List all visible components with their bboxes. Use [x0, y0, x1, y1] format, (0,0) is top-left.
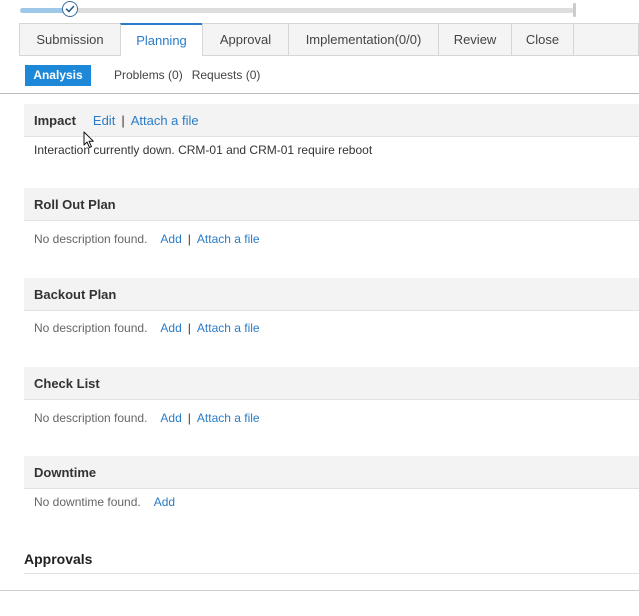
tab-approval[interactable]: Approval — [202, 23, 289, 55]
downtime-add-link[interactable]: Add — [154, 495, 175, 509]
tab-submission[interactable]: Submission — [19, 23, 121, 55]
rollout-empty-text: No description found. — [34, 232, 148, 246]
stage-tabs: Submission Planning Approval Implementat… — [19, 23, 639, 56]
checklist-attach-link[interactable]: Attach a file — [197, 411, 260, 425]
checklist-body: No description found. Add | Attach a fil… — [34, 411, 260, 425]
impact-edit-link[interactable]: Edit — [93, 113, 115, 128]
backout-add-link[interactable]: Add — [160, 321, 181, 335]
rollout-add-link[interactable]: Add — [160, 232, 181, 246]
rollout-section-header: Roll Out Plan — [24, 188, 639, 221]
planning-subtabs: Analysis Problems (0) Requests (0) — [25, 64, 261, 86]
rollout-title: Roll Out Plan — [34, 196, 116, 212]
tab-close[interactable]: Close — [511, 23, 574, 55]
checklist-add-link[interactable]: Add — [160, 411, 181, 425]
backout-empty-text: No description found. — [34, 321, 148, 335]
stage-progress-bar — [20, 1, 576, 17]
downtime-body: No downtime found. Add — [34, 495, 175, 509]
tab-review[interactable]: Review — [438, 23, 512, 55]
impact-title: Impact — [34, 112, 76, 128]
checklist-section-header: Check List — [24, 367, 639, 400]
downtime-empty-text: No downtime found. — [34, 495, 141, 509]
rollout-attach-link[interactable]: Attach a file — [197, 232, 260, 246]
tab-planning[interactable]: Planning — [120, 23, 203, 56]
approvals-divider — [24, 573, 639, 574]
subtab-problems[interactable]: Problems (0) — [114, 68, 183, 82]
backout-attach-link[interactable]: Attach a file — [197, 321, 260, 335]
subtab-analysis[interactable]: Analysis — [25, 64, 91, 86]
impact-link-separator: | — [121, 112, 125, 128]
tab-implementation[interactable]: Implementation(0/0) — [288, 23, 439, 55]
page: Submission Planning Approval Implementat… — [0, 0, 639, 616]
progress-track — [20, 8, 574, 13]
checklist-link-separator: | — [187, 411, 191, 425]
content-divider — [0, 93, 639, 94]
downtime-section-header: Downtime — [24, 456, 639, 489]
backout-title: Backout Plan — [34, 286, 117, 302]
bottom-divider — [0, 590, 639, 591]
impact-section-header: Impact Edit | Attach a file — [24, 104, 639, 137]
progress-end-marker — [573, 3, 576, 17]
checklist-title: Check List — [34, 375, 100, 391]
backout-section-header: Backout Plan — [24, 278, 639, 311]
progress-check-icon — [62, 1, 78, 17]
rollout-link-separator: | — [187, 232, 191, 246]
approvals-heading: Approvals — [24, 551, 93, 567]
impact-attach-link[interactable]: Attach a file — [131, 113, 199, 128]
tabs-filler — [573, 23, 639, 55]
downtime-title: Downtime — [34, 464, 97, 480]
rollout-body: No description found. Add | Attach a fil… — [34, 232, 260, 246]
backout-body: No description found. Add | Attach a fil… — [34, 321, 260, 335]
checklist-empty-text: No description found. — [34, 411, 148, 425]
backout-link-separator: | — [187, 321, 191, 335]
subtab-requests[interactable]: Requests (0) — [192, 68, 261, 82]
mouse-pointer-icon — [83, 131, 95, 149]
